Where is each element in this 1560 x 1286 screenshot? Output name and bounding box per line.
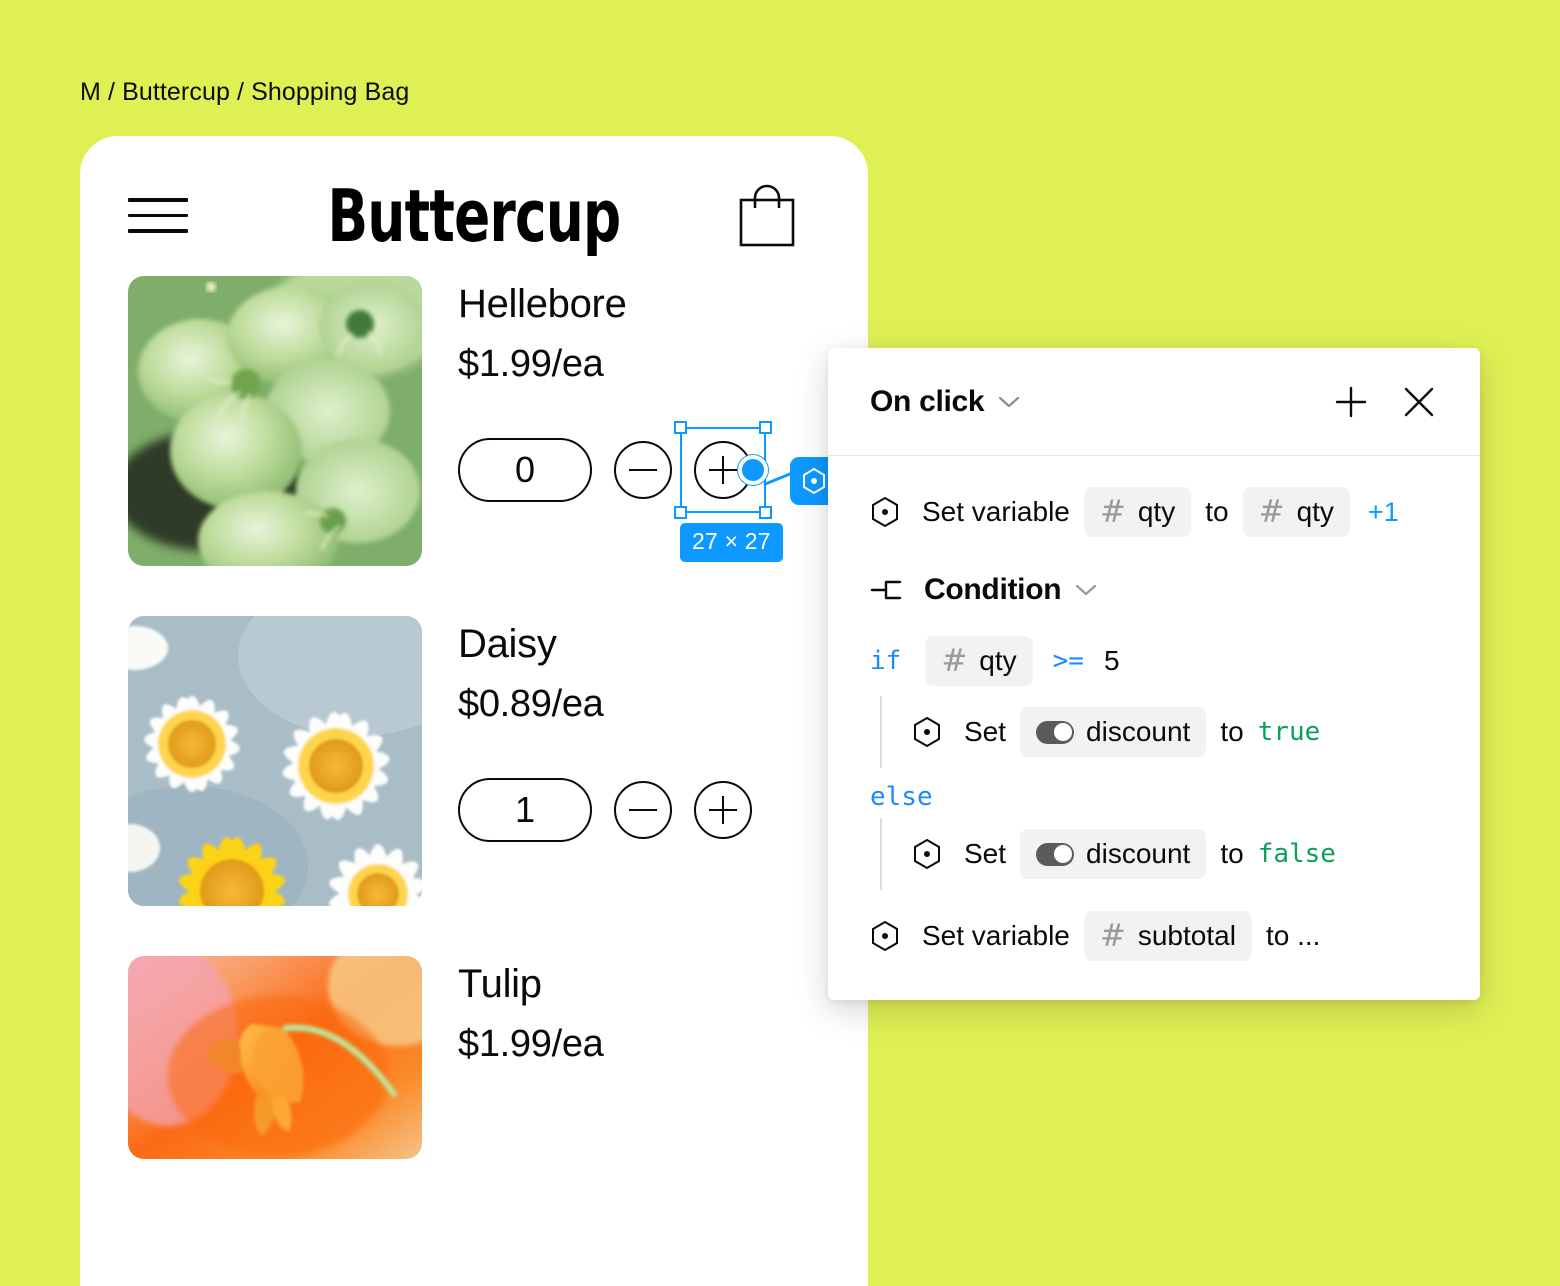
condition-else-keyword-row: else	[828, 776, 1480, 824]
app-preview-frame: Buttercup Hellebore $1.99/ea 0 27 × 27 D…	[80, 136, 868, 1286]
product-info-tulip: Tulip $1.99/ea	[458, 956, 820, 1159]
product-row-daisy: Daisy $0.89/ea 1	[128, 616, 820, 906]
increment-suffix: +1	[1367, 496, 1399, 527]
to-label: to	[1220, 838, 1244, 869]
to-label-truncated: to ...	[1265, 920, 1321, 951]
product-info-hellebore: Hellebore $1.99/ea 0 27 × 27	[458, 276, 838, 566]
variable-name: qty	[1137, 496, 1176, 527]
variable-name: qty	[979, 645, 1017, 676]
hellebore-photo	[128, 276, 422, 566]
variable-name: qty	[1296, 496, 1334, 527]
action-row-condition[interactable]: Condition	[828, 560, 1480, 620]
panel-title: On click	[870, 384, 985, 418]
action-row-set-discount-false[interactable]: Set discount to false	[890, 824, 1480, 884]
panel-header: On click	[828, 348, 1480, 456]
brand-logo: Buttercup	[327, 174, 622, 258]
product-list: Hellebore $1.99/ea 0 27 × 27 Daisy $0.89…	[80, 276, 868, 1159]
increment-button[interactable]	[694, 781, 752, 839]
product-name: Hellebore	[458, 282, 627, 326]
close-icon[interactable]	[1396, 379, 1442, 425]
if-branch-body: Set discount to true	[828, 696, 1480, 768]
hexagon-variable-icon	[912, 838, 942, 870]
comparison-operator: >=	[1052, 646, 1084, 676]
if-keyword: if	[870, 646, 902, 676]
variable-chip-qty[interactable]: # qty	[1083, 487, 1192, 537]
comparison-value: 5	[1103, 645, 1120, 676]
to-label: to	[1220, 716, 1244, 747]
product-name: Tulip	[458, 962, 542, 1006]
panel-body: Set variable # qty to # qty +1 Condition	[828, 456, 1480, 1000]
condition-if-expression[interactable]: if # qty >= 5	[828, 636, 1480, 686]
quantity-stepper-daisy: 1	[458, 778, 820, 842]
boolean-value: true	[1257, 717, 1321, 747]
action-label: Set	[964, 838, 1007, 869]
chevron-down-icon[interactable]	[1075, 583, 1097, 597]
hamburger-icon[interactable]	[128, 198, 188, 233]
variable-chip-discount[interactable]: discount	[1020, 829, 1207, 879]
resize-handle-bottom-right[interactable]	[759, 506, 772, 519]
quantity-value[interactable]: 1	[458, 778, 592, 842]
variable-chip-discount[interactable]: discount	[1020, 707, 1207, 757]
variable-name: subtotal	[1137, 920, 1236, 951]
resize-handle-top-right[interactable]	[759, 421, 772, 434]
branch-icon	[870, 576, 904, 604]
variable-chip-subtotal[interactable]: # subtotal	[1083, 911, 1252, 961]
product-name: Daisy	[458, 622, 557, 666]
variable-chip-qty-target[interactable]: # qty	[1242, 487, 1350, 537]
condition-label: Condition	[924, 573, 1062, 606]
decrement-button[interactable]	[614, 441, 672, 499]
interaction-panel: On click Set variable # qty to # qty +1 …	[828, 348, 1480, 1000]
interaction-connector-node[interactable]	[738, 455, 768, 485]
hexagon-variable-icon	[870, 920, 900, 952]
else-keyword: else	[870, 782, 933, 812]
else-branch-body: Set discount to false	[828, 818, 1480, 890]
add-action-button[interactable]	[1328, 379, 1374, 425]
action-row-set-subtotal[interactable]: Set variable # subtotal to ...	[828, 906, 1480, 966]
resize-handle-top-left[interactable]	[674, 421, 687, 434]
quantity-stepper-hellebore: 0 27 × 27	[458, 421, 838, 562]
action-row-set-qty[interactable]: Set variable # qty to # qty +1	[828, 482, 1480, 542]
variable-chip-qty-condition[interactable]: # qty	[925, 636, 1033, 686]
product-price: $0.89/ea	[458, 683, 604, 725]
toggle-icon	[1036, 842, 1075, 866]
hexagon-variable-icon	[912, 716, 942, 748]
hash-icon: #	[941, 642, 968, 679]
hash-icon: #	[1099, 917, 1126, 954]
product-row-tulip: Tulip $1.99/ea	[128, 956, 820, 1159]
action-label: Set variable	[922, 920, 1070, 951]
action-label: Set	[964, 716, 1007, 747]
to-label: to	[1205, 496, 1229, 527]
product-info-daisy: Daisy $0.89/ea 1	[458, 616, 820, 906]
hash-icon: #	[1099, 493, 1126, 530]
hexagon-variable-icon	[870, 496, 900, 528]
tulip-photo	[128, 956, 422, 1159]
action-label: Set variable	[922, 496, 1070, 527]
resize-handle-bottom-left[interactable]	[674, 506, 687, 519]
breadcrumb: M / Buttercup / Shopping Bag	[80, 78, 410, 106]
selected-increment-button-wrapper: 27 × 27	[674, 421, 838, 562]
boolean-value: false	[1257, 839, 1336, 869]
daisy-photo	[128, 616, 422, 906]
variable-name: discount	[1086, 838, 1191, 869]
variable-name: discount	[1086, 716, 1191, 747]
selection-size-badge: 27 × 27	[680, 523, 783, 562]
product-row-hellebore: Hellebore $1.99/ea 0 27 × 27	[128, 276, 838, 566]
shopping-bag-icon[interactable]	[738, 182, 796, 248]
hash-icon: #	[1258, 493, 1285, 530]
toggle-icon	[1036, 720, 1075, 744]
quantity-value[interactable]: 0	[458, 438, 592, 502]
chevron-down-icon[interactable]	[998, 395, 1020, 409]
decrement-button[interactable]	[614, 781, 672, 839]
app-header: Buttercup	[80, 136, 868, 276]
product-price: $1.99/ea	[458, 343, 604, 385]
product-price: $1.99/ea	[458, 1023, 604, 1065]
action-row-set-discount-true[interactable]: Set discount to true	[890, 702, 1480, 762]
